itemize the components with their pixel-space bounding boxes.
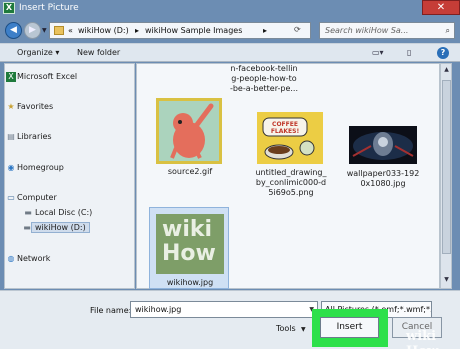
window-title: Insert Picture (19, 3, 79, 13)
file-tile-untitled-drawing[interactable]: COFFEE FLAKES! untitled_drawing_ by_conl… (253, 112, 327, 212)
wikihow-thumbnail: wiki How (156, 214, 224, 274)
preview-pane-icon[interactable]: ▯ (407, 48, 411, 57)
breadcrumb-separator[interactable]: ▸ (263, 26, 267, 35)
sidebar-item-computer[interactable]: ▭ Computer (7, 193, 57, 202)
file-name-label: File name: (90, 306, 132, 315)
sidebar-item-local-disc[interactable]: ▬ Local Disc (C:) (24, 208, 93, 217)
excel-icon: X (3, 2, 15, 14)
caption-line: n-facebook-tellin (230, 64, 298, 73)
network-icon: ◍ (7, 254, 15, 263)
sidebar-item-libraries[interactable]: ▤ Libraries (7, 132, 52, 141)
search-icon[interactable]: ⌕ (446, 26, 450, 36)
breadcrumb-separator[interactable]: ▸ (135, 26, 139, 35)
back-button[interactable]: ◀ (5, 22, 22, 39)
caption-line: wallpaper033-192 (346, 169, 420, 178)
sidebar-item-label: Libraries (17, 132, 52, 141)
sidebar-item-label: Local Disc (C:) (35, 208, 93, 217)
caption-line: by_conlimic000-d (255, 178, 327, 187)
sidebar-item-label: Network (17, 254, 51, 263)
sidebar-item-microsoft-excel[interactable]: X Microsoft Excel (6, 72, 78, 82)
caption-line: 0x1080.jpg (360, 179, 406, 188)
title-bar: X Insert Picture ✕ (0, 0, 460, 17)
drive-icon: ▬ (23, 223, 31, 232)
chevron-down-icon[interactable]: ▼ (301, 326, 306, 333)
breadcrumb-drive[interactable]: wikiHow (D:) (78, 26, 129, 35)
sidebar-item-homegroup[interactable]: ◉ Homegroup (8, 163, 64, 172)
recent-pages-dropdown[interactable]: ▼ (42, 27, 47, 34)
file-tile-wikihow[interactable]: wiki How wikihow.jpg (149, 207, 229, 289)
file-list: n-facebook-tellin g-people-how-to -be-a-… (136, 63, 440, 289)
dialog-footer: File name: wikihow.jpg ▼ All Pictures (*… (0, 290, 460, 349)
forward-button[interactable]: ▶ (24, 22, 41, 39)
caption-line: -be-a-better-pe... (229, 84, 299, 93)
sidebar-item-label: Favorites (17, 102, 54, 111)
scroll-down-arrow[interactable]: ▼ (442, 276, 451, 286)
caption-line: 5i69o5.png (268, 188, 314, 197)
insert-picture-dialog: X Insert Picture ✕ ◀ ▶ ▼ « wikiHow (D:) … (0, 0, 460, 349)
address-bar[interactable]: « wikiHow (D:) ▸ wikiHow Sample Images ▸… (49, 22, 311, 39)
insert-button[interactable]: Insert (320, 317, 379, 338)
star-icon: ★ (7, 102, 15, 111)
breadcrumb-folder[interactable]: wikiHow Sample Images (145, 26, 242, 35)
vertical-scrollbar[interactable]: ▲ ▼ (440, 63, 452, 289)
close-button[interactable]: ✕ (422, 0, 460, 15)
breadcrumb-overflow[interactable]: « (68, 26, 73, 35)
toolbar: Organize ▾ New folder ▭▾ ▯ ? (0, 43, 460, 62)
file-tile-wallpaper[interactable]: wallpaper033-192 0x1080.jpg (347, 126, 419, 206)
sidebar-item-wikihow-drive[interactable]: ▬ wikiHow (D:) (23, 222, 90, 233)
wikihow-watermark: wiki How (406, 329, 438, 349)
libraries-icon: ▤ (7, 132, 15, 141)
sidebar-item-network[interactable]: ◍ Network (8, 254, 51, 263)
help-icon[interactable]: ? (437, 47, 449, 59)
scroll-up-arrow[interactable]: ▲ (442, 66, 451, 76)
sidebar-item-label: Computer (17, 193, 57, 202)
thumb-text-wiki: wiki (162, 217, 213, 242)
coffee-flakes-thumbnail: COFFEE FLAKES! (257, 112, 323, 164)
change-view-icon[interactable]: ▭▾ (372, 48, 384, 57)
file-name-value: wikihow.jpg (135, 305, 182, 314)
file-tile-source2[interactable]: source2.gif (153, 98, 223, 180)
file-name-field[interactable]: wikihow.jpg ▼ (130, 301, 318, 318)
tools-button[interactable]: Tools (276, 324, 296, 333)
computer-icon: ▭ (7, 193, 15, 202)
address-row: ◀ ▶ ▼ « wikiHow (D:) ▸ wikiHow Sample Im… (0, 17, 460, 43)
homegroup-icon: ◉ (7, 163, 15, 172)
file-caption: untitled_drawing_ by_conlimic000-d 5i69o… (253, 168, 329, 198)
file-caption: wikihow.jpg (166, 278, 214, 287)
search-input[interactable]: Search wikiHow Sa... ⌕ (319, 22, 455, 39)
scroll-thumb[interactable] (442, 80, 451, 254)
thumb-text-flakes: FLAKES! (271, 128, 299, 135)
new-folder-button[interactable]: New folder (77, 48, 120, 57)
organize-button[interactable]: Organize ▾ (17, 48, 59, 57)
excel-icon: X (6, 72, 16, 82)
sidebar-item-label: wikiHow (D:) (35, 223, 86, 232)
thumb-text-coffee: COFFEE (272, 121, 298, 128)
sidebar-item-label: Homegroup (17, 163, 64, 172)
file-caption: source2.gif (167, 167, 213, 176)
navigation-pane: X Microsoft Excel ★ Favorites ▤ Librarie… (4, 63, 135, 289)
refresh-icon[interactable]: ⟳ (294, 25, 301, 34)
search-placeholder: Search wikiHow Sa... (325, 26, 409, 35)
file-caption: wallpaper033-192 0x1080.jpg (345, 169, 421, 189)
folder-icon (54, 26, 64, 35)
sidebar-item-label: Microsoft Excel (17, 72, 78, 81)
caption-line: g-people-how-to (231, 74, 297, 83)
caption-line: untitled_drawing_ (255, 168, 327, 177)
cartoon-thumbnail (156, 98, 222, 164)
drive-icon: ▬ (24, 208, 32, 217)
wallpaper-thumbnail (349, 126, 417, 164)
sidebar-item-favorites[interactable]: ★ Favorites (7, 102, 54, 111)
file-caption-facebook[interactable]: n-facebook-tellin g-people-how-to -be-a-… (221, 64, 307, 94)
thumb-text-how: How (162, 241, 216, 266)
